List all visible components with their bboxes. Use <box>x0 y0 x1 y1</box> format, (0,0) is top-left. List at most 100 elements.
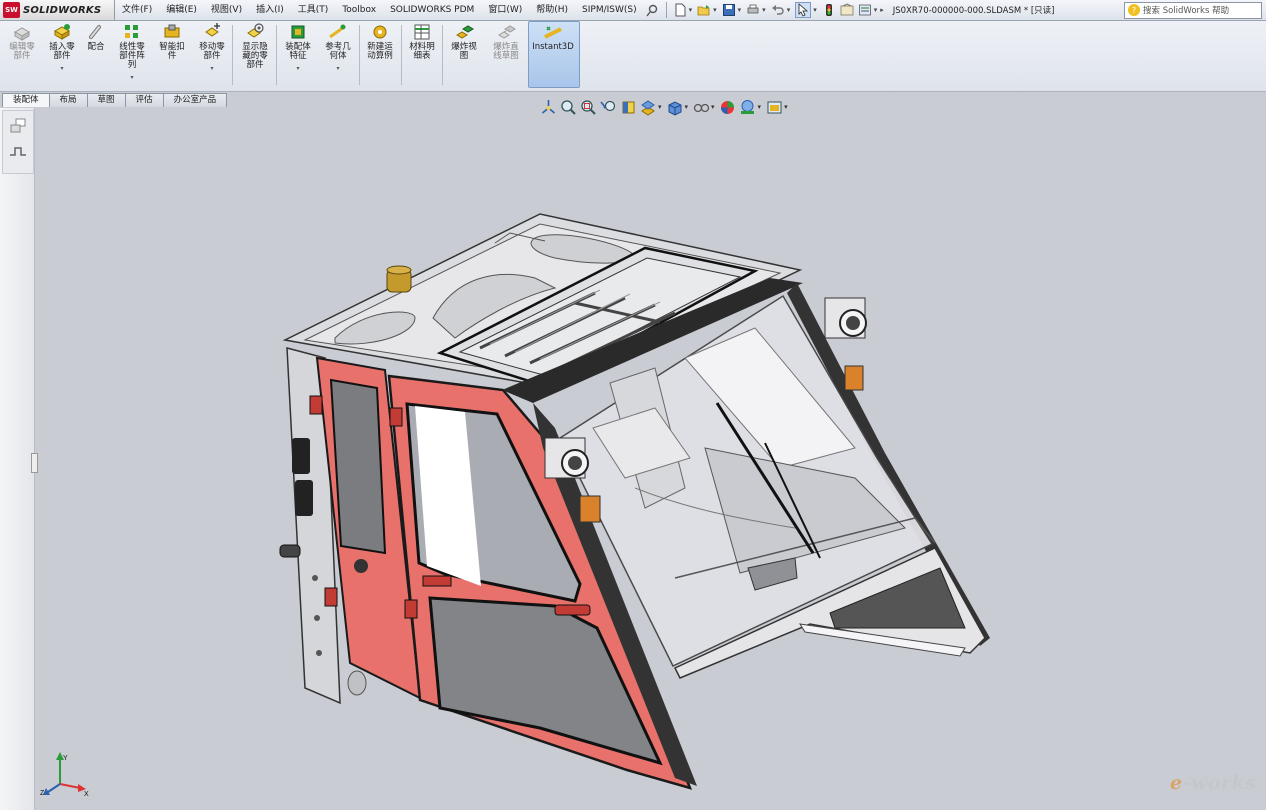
motion-study-icon <box>369 23 391 41</box>
menu-toolbox[interactable]: Toolbox <box>335 0 383 20</box>
menu-file[interactable]: 文件(F) <box>115 0 159 20</box>
explode-line-sketch-button[interactable]: 爆炸直 线草图 <box>486 23 526 61</box>
linear-pattern-label: 线性零 部件阵 列 <box>119 42 145 70</box>
save-dropdown-icon[interactable]: ▾ <box>738 6 742 14</box>
save-icon[interactable] <box>722 3 736 17</box>
solidworks-logo-icon: SW <box>3 2 20 18</box>
tab-layout[interactable]: 布局 <box>48 93 88 107</box>
open-dropdown-icon[interactable]: ▾ <box>713 6 717 14</box>
tab-sketch[interactable]: 草图 <box>86 93 126 107</box>
new-document-icon[interactable] <box>673 3 687 17</box>
graphics-area[interactable] <box>35 108 1266 810</box>
tab-evaluate[interactable]: 评估 <box>124 93 164 107</box>
instant3d-icon <box>542 23 564 41</box>
cab-assembly-model[interactable] <box>35 108 1266 810</box>
select-icon[interactable] <box>795 2 812 18</box>
menu-edit[interactable]: 编辑(E) <box>159 0 204 20</box>
bom-icon <box>411 23 433 41</box>
rebuild-icon[interactable] <box>822 3 836 17</box>
smart-fasteners-icon <box>161 23 183 41</box>
show-hidden-label: 显示隐 藏的零 部件 <box>242 42 268 70</box>
undo-icon[interactable] <box>771 3 785 17</box>
move-component-icon <box>201 23 223 41</box>
print-dropdown-icon[interactable]: ▾ <box>762 6 766 14</box>
exploded-view-button[interactable]: 爆炸视 图 <box>446 23 482 61</box>
roof-beacon[interactable] <box>386 265 412 293</box>
watermark-prefix: e <box>1170 772 1183 794</box>
menu-sipm-isw[interactable]: SIPM/ISW(S) <box>575 0 644 20</box>
mate-button[interactable]: 配合 <box>82 23 110 52</box>
insert-component-button[interactable]: 插入零 部件 ▾ <box>44 23 80 73</box>
watermark-text: -works <box>1182 772 1257 794</box>
edit-component-button[interactable]: 编辑零 部件 <box>4 23 40 61</box>
new-dropdown-icon[interactable]: ▾ <box>689 6 693 14</box>
undo-dropdown-icon[interactable]: ▾ <box>787 6 791 14</box>
feature-manager-panel <box>0 108 38 810</box>
tab-office-products[interactable]: 办公室产品 <box>162 93 228 107</box>
linear-pattern-button[interactable]: 线性零 部件阵 列 ▾ <box>114 23 150 82</box>
command-manager-tabs: 装配体 布局 草图 评估 办公室产品 <box>2 93 228 107</box>
property-manager-tab-icon[interactable] <box>6 141 30 163</box>
command-separator <box>232 25 233 85</box>
menu-solidworks-pdm[interactable]: SOLIDWORKS PDM <box>383 0 481 20</box>
print-icon[interactable] <box>746 3 760 17</box>
reference-geometry-label: 参考几 何体 <box>325 42 351 61</box>
file-properties-icon[interactable] <box>840 3 854 17</box>
reference-triad: Y X Z <box>40 748 92 798</box>
reference-geometry-icon <box>327 23 349 41</box>
smart-fasteners-label: 智能扣 件 <box>159 42 185 61</box>
instant3d-button[interactable]: Instant3D <box>530 23 576 52</box>
menu-help[interactable]: 帮助(H) <box>529 0 575 20</box>
solidworks-brand[interactable]: SW SOLIDWORKS <box>0 0 115 20</box>
select-dropdown-icon[interactable]: ▾ <box>813 6 817 14</box>
eworks-watermark: e-works <box>1170 772 1256 794</box>
edit-component-icon <box>11 23 33 41</box>
feature-manager-tab-icon[interactable] <box>6 115 30 137</box>
exploded-view-label: 爆炸视 图 <box>451 42 477 61</box>
command-separator <box>276 25 277 85</box>
insert-component-dropdown-icon[interactable]: ▾ <box>60 64 63 73</box>
mate-label: 配合 <box>87 42 105 52</box>
command-separator <box>401 25 402 85</box>
tab-assembly[interactable]: 装配体 <box>2 93 50 107</box>
help-search-placeholder: 搜索 SolidWorks 帮助 <box>1143 6 1230 16</box>
menu-insert[interactable]: 插入(I) <box>249 0 291 20</box>
app-name: SOLIDWORKS <box>23 4 102 16</box>
edit-component-label: 编辑零 部件 <box>9 42 35 61</box>
show-hidden-components-button[interactable]: 显示隐 藏的零 部件 <box>236 23 274 70</box>
show-hidden-icon <box>244 23 266 41</box>
menu-view[interactable]: 视图(V) <box>204 0 249 20</box>
help-icon: ? <box>1128 4 1140 16</box>
insert-component-label: 插入零 部件 <box>49 42 75 61</box>
reference-geometry-dropdown-icon[interactable]: ▾ <box>336 64 339 73</box>
triad-y-label: Y <box>63 755 68 762</box>
menu-bar: SW SOLIDWORKS 文件(F) 编辑(E) 视图(V) 插入(I) 工具… <box>0 0 1266 21</box>
move-component-label: 移动零 部件 <box>199 42 225 61</box>
move-component-dropdown-icon[interactable]: ▾ <box>210 64 213 73</box>
reference-geometry-button[interactable]: 参考几 何体 ▾ <box>320 23 356 73</box>
command-separator <box>442 25 443 85</box>
explode-line-sketch-label: 爆炸直 线草图 <box>493 42 519 61</box>
menu-tools[interactable]: 工具(T) <box>291 0 336 20</box>
panel-tab-strip <box>2 110 34 174</box>
linear-pattern-dropdown-icon[interactable]: ▾ <box>130 73 133 82</box>
new-motion-study-button[interactable]: 新建运 动算例 <box>362 23 398 61</box>
pin-icon[interactable] <box>646 3 660 17</box>
open-folder-icon[interactable] <box>697 3 711 17</box>
customize-dropdown-icon[interactable]: ▸ <box>880 6 884 14</box>
menu-window[interactable]: 窗口(W) <box>481 0 529 20</box>
bill-of-materials-label: 材料明 细表 <box>409 42 435 61</box>
assembly-features-dropdown-icon[interactable]: ▾ <box>296 64 299 73</box>
command-manager: 编辑零 部件 插入零 部件 ▾ 配合 线性零 部件阵 列 ▾ 智能扣 件 移动零… <box>0 21 1266 92</box>
new-motion-study-label: 新建运 动算例 <box>367 42 393 61</box>
options-dropdown-icon[interactable]: ▾ <box>874 6 878 14</box>
options-icon[interactable] <box>858 3 872 17</box>
move-component-button[interactable]: 移动零 部件 ▾ <box>194 23 230 73</box>
bill-of-materials-button[interactable]: 材料明 细表 <box>404 23 440 61</box>
smart-fasteners-button[interactable]: 智能扣 件 <box>154 23 190 61</box>
explode-line-icon <box>495 23 517 41</box>
mate-icon <box>85 23 107 41</box>
assembly-features-button[interactable]: 装配体 特征 ▾ <box>280 23 316 73</box>
help-search-input[interactable]: ? 搜索 SolidWorks 帮助 <box>1124 1 1262 19</box>
toolbar-separator <box>665 2 667 18</box>
